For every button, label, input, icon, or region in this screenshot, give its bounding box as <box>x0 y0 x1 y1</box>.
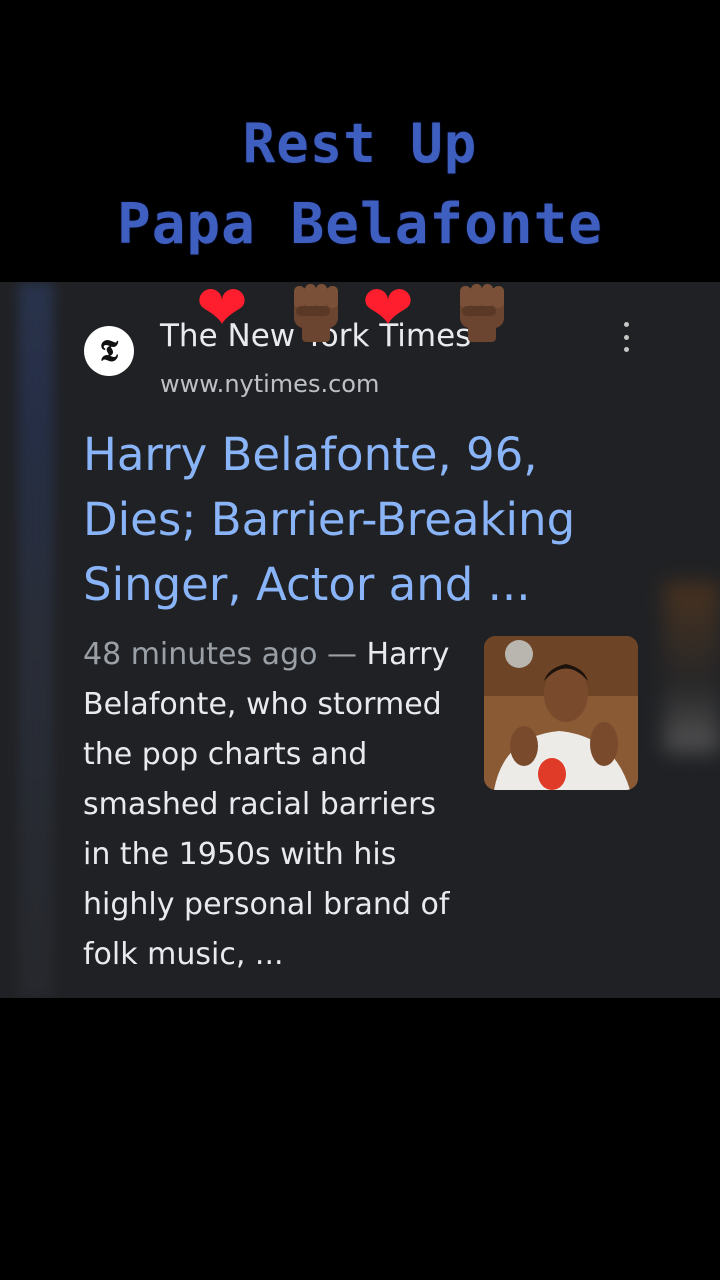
source-url[interactable]: www.nytimes.com <box>160 370 379 398</box>
blurred-background-left <box>18 282 54 998</box>
raised-fist-icon <box>294 284 338 342</box>
blurred-background-right <box>664 582 720 752</box>
result-snippet-text: Harry Belafonte, who stormed the pop cha… <box>83 637 450 972</box>
raised-fist-icon <box>460 284 504 342</box>
singer-photo <box>484 636 638 790</box>
result-timestamp: 48 minutes ago — <box>83 637 357 672</box>
result-snippet: 48 minutes ago — Harry Belafonte, who st… <box>83 630 463 980</box>
result-headline-link[interactable]: Harry Belafonte, 96, Dies; Barrier-Break… <box>83 422 643 617</box>
red-heart-icon: ❤ <box>362 271 414 344</box>
overlay-title-line2: Papa Belafonte <box>116 192 603 257</box>
result-thumbnail[interactable] <box>484 636 638 790</box>
red-heart-icon: ❤ <box>196 271 248 344</box>
overlay-title-line1: Rest Up <box>242 112 478 175</box>
emoji-row: ❤ ❤ <box>0 272 720 352</box>
